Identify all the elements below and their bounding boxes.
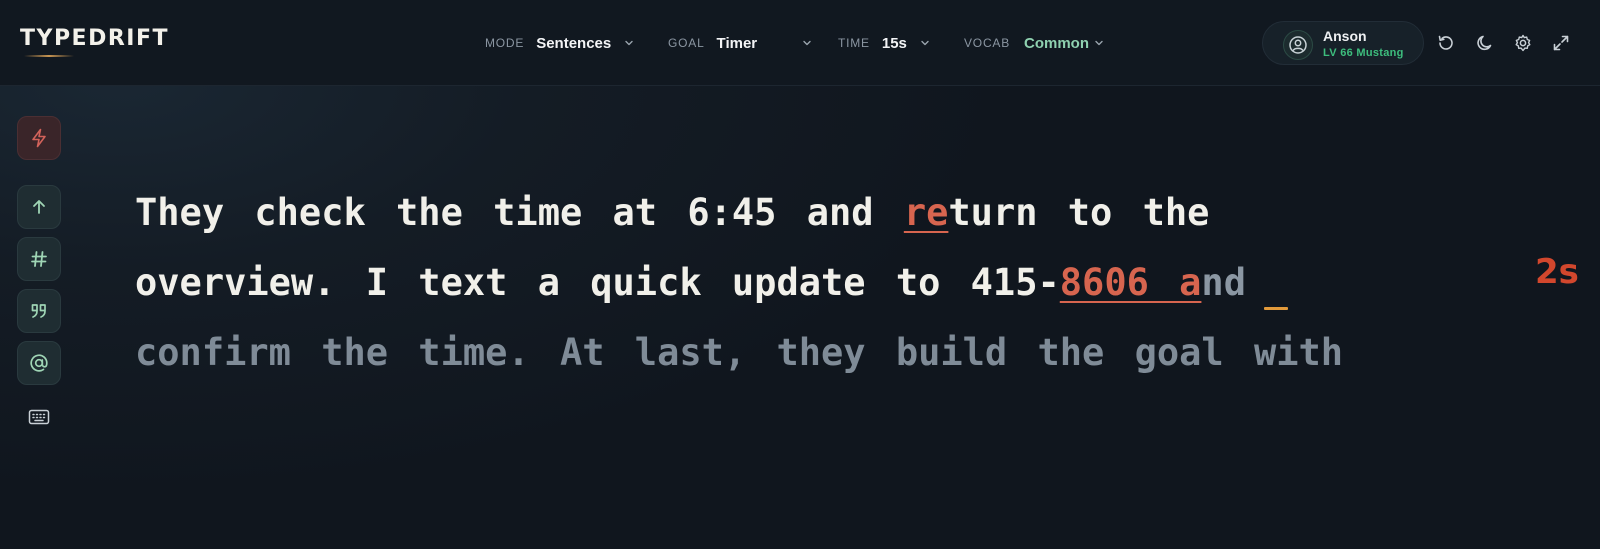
mode-selector[interactable]: MODE Sentences	[485, 33, 635, 53]
typed-text: turn to the	[948, 191, 1210, 234]
lightning-icon	[32, 128, 46, 148]
time-selector[interactable]: TIME 15s	[838, 33, 931, 53]
error-text: re	[903, 191, 949, 234]
chevron-down-icon[interactable]	[801, 37, 813, 49]
text-line-1: They check the time at 6:45 and return t…	[135, 178, 1575, 248]
typing-text-area[interactable]: They check the time at 6:45 and return t…	[135, 178, 1575, 388]
vocab-value[interactable]: Common	[1024, 35, 1089, 52]
time-value[interactable]: 15s	[882, 35, 907, 52]
time-label: TIME	[838, 36, 870, 50]
vocab-selector[interactable]: VOCAB Common	[964, 33, 1105, 53]
keyboard-button[interactable]	[17, 395, 61, 439]
error-text: 8606 a	[1059, 261, 1202, 304]
quotes-button[interactable]	[17, 289, 61, 333]
moon-icon[interactable]	[1474, 32, 1496, 54]
mode-value[interactable]: Sentences	[536, 35, 611, 52]
mode-label: MODE	[485, 36, 525, 50]
symbols-button[interactable]	[17, 341, 61, 385]
typed-text: overview. I text a quick update to 415-	[135, 261, 1060, 304]
lightning-button[interactable]	[17, 116, 61, 160]
restart-icon[interactable]	[1435, 32, 1457, 54]
pending-text: nd	[1201, 261, 1246, 304]
goal-selector[interactable]: GOAL Timer	[668, 33, 813, 53]
countdown-timer: 2s	[1535, 252, 1579, 292]
user-level: LV 66 Mustang	[1323, 47, 1404, 59]
typed-text: They check the time at 6:45 and	[135, 191, 904, 234]
chevron-down-icon[interactable]	[623, 37, 635, 49]
text-line-3: confirm the time. At last, they build th…	[135, 331, 1344, 374]
expand-icon[interactable]	[1550, 32, 1572, 54]
typing-caret	[1264, 307, 1288, 310]
chevron-down-icon[interactable]	[919, 37, 931, 49]
goal-label: GOAL	[668, 36, 705, 50]
user-profile-pill[interactable]: Anson LV 66 Mustang	[1262, 21, 1424, 65]
goal-value[interactable]: Timer	[717, 35, 789, 52]
at-icon	[30, 354, 48, 372]
hash-icon	[31, 251, 47, 267]
chevron-down-icon[interactable]	[1093, 37, 1105, 49]
user-icon	[1289, 36, 1307, 54]
numbers-button[interactable]	[17, 237, 61, 281]
app-logo[interactable]: TYPEDRIFT	[20, 26, 169, 51]
user-name: Anson	[1323, 28, 1367, 44]
vocab-label: VOCAB	[964, 36, 1011, 50]
avatar[interactable]	[1283, 30, 1313, 60]
punctuation-button[interactable]	[17, 185, 61, 229]
logo-underline	[24, 55, 74, 57]
arrow-up-icon	[33, 200, 45, 214]
gear-icon[interactable]	[1512, 32, 1534, 54]
quote-icon	[31, 304, 46, 318]
top-bar: TYPEDRIFT MODE Sentences GOAL Timer TIME…	[0, 0, 1600, 86]
text-line-2: overview. I text a quick update to 415-8…	[135, 248, 1575, 318]
keyboard-icon	[28, 409, 50, 425]
